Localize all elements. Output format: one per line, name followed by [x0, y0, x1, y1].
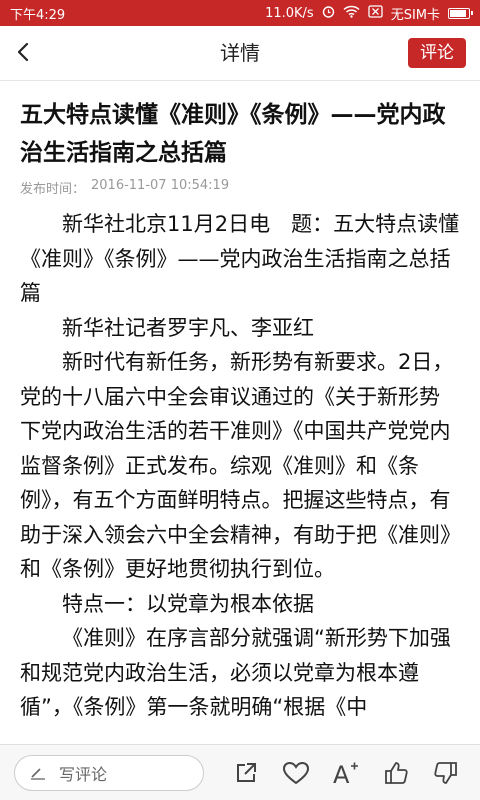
no-sim-icon — [368, 5, 383, 21]
battery-icon — [448, 7, 473, 19]
article-paragraph: 新时代有新任务，新形势有新要求。2日，党的十八届六中全会审议通过的《关于新形势下… — [20, 350, 454, 581]
article-paragraph: 《准则》在序言部分就强调“新形势下加强和规范党内政治生活，必须以党章为根本遵循”… — [20, 626, 451, 719]
article-title: 五大特点读懂《准则》《条例》——党内政治生活指南之总括篇 — [20, 102, 446, 166]
font-size-icon[interactable]: A — [328, 755, 364, 791]
network-speed: 11.0K/s — [265, 5, 314, 21]
write-comment-input[interactable]: 写评论 — [14, 754, 204, 791]
favorite-heart-icon[interactable] — [278, 755, 314, 791]
publish-label: 发布时间： — [20, 182, 86, 197]
publish-time: 2016-11-07 10:54:19 — [91, 178, 230, 193]
article-content[interactable]: 五大特点读懂《准则》《条例》——党内政治生活指南之总括篇 发布时间： 2016-… — [0, 80, 480, 744]
article-paragraph: 特点一：以党章为根本依据 — [62, 591, 314, 616]
sim-status: 无SIM卡 — [390, 7, 440, 23]
article-body: 新华社北京11月2日电 题：五大特点读懂《准则》《条例》——党内政治生活指南之总… — [20, 207, 460, 725]
alarm-icon — [322, 5, 335, 21]
bottom-toolbar: 写评论 A — [0, 744, 480, 800]
status-bar: 下午4:29 11.0K/s 无SIM卡 — [0, 0, 480, 26]
article-paragraph: 新华社记者罗宇凡、李亚红 — [62, 315, 314, 340]
thumbs-up-icon[interactable] — [378, 755, 414, 791]
pencil-icon — [31, 767, 45, 780]
comment-button[interactable]: 评论 — [408, 38, 466, 68]
write-comment-placeholder: 写评论 — [59, 764, 108, 784]
share-icon[interactable] — [228, 755, 264, 791]
svg-text:A: A — [333, 761, 350, 786]
top-navigation: 详情 评论 — [0, 26, 480, 81]
status-time: 下午4:29 — [10, 7, 66, 23]
wifi-icon — [343, 5, 360, 21]
article-paragraph: 新华社北京11月2日电 题：五大特点读懂《准则》《条例》——党内政治生活指南之总… — [20, 212, 460, 305]
publish-info: 发布时间： 2016-11-07 10:54:19 — [20, 178, 460, 197]
status-right: 11.0K/s 无SIM卡 — [265, 4, 473, 23]
thumbs-down-icon[interactable] — [428, 755, 464, 791]
